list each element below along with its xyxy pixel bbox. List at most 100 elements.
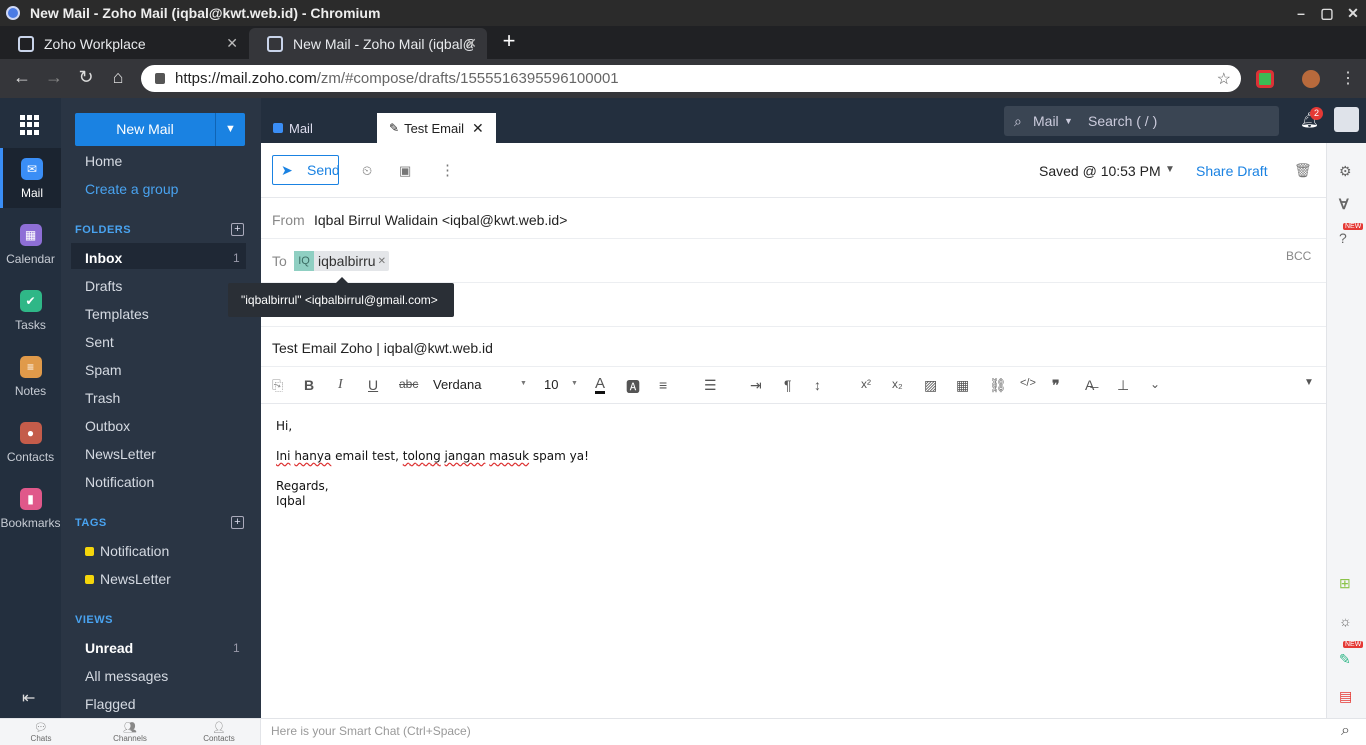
table-icon[interactable]: ▦ [956,377,969,394]
bold-icon[interactable]: B [304,377,314,393]
read-receipt-icon[interactable]: ▣ [399,163,411,179]
superscript-icon[interactable]: x² [861,377,871,391]
quote-icon[interactable]: ❞ [1052,377,1060,394]
settings-icon[interactable]: ⚙ [1339,163,1352,180]
forward-icon[interactable]: → [43,67,65,88]
search-input[interactable]: Search ( / ) [1088,106,1157,136]
close-window-button[interactable]: ✕ [1340,5,1366,22]
message-body[interactable]: Hi, Ini hanya email test, tolong jangan … [276,419,589,509]
indent-icon[interactable]: ⇥ [750,377,762,394]
insert-icon[interactable]: ⊥ [1117,377,1129,394]
folder-trash[interactable]: Trash [85,390,120,406]
subject-input[interactable]: Test Email Zoho | iqbal@kwt.web.id [272,340,493,356]
list-icon[interactable]: ☰ [704,377,717,394]
view-unread[interactable]: Unread [85,640,133,656]
add-note-icon[interactable]: ⊞ [1339,575,1351,592]
font-size-select[interactable]: 10 [544,377,558,392]
trash-icon[interactable]: 🗑︎ [1294,162,1312,179]
user-avatar[interactable] [1334,107,1359,132]
close-tab-icon[interactable]: ✕ [226,35,238,52]
code-icon[interactable]: </> [1020,377,1036,389]
align-icon[interactable]: ≡ [659,377,667,393]
home-icon[interactable]: ⌂ [107,67,129,88]
search-scope[interactable]: Mail [1033,106,1059,136]
italic-icon[interactable]: I [338,377,343,393]
browser-menu-icon[interactable]: ⋮ [1340,68,1356,88]
remove-recipient-icon[interactable]: ✕ [378,256,386,267]
folder-drafts[interactable]: Drafts [85,278,122,294]
help-icon[interactable]: ? [1339,230,1347,246]
add-folder-icon[interactable]: + [231,223,244,236]
tag-notification[interactable]: Notification [85,543,169,559]
smart-chat-input[interactable]: Here is your Smart Chat (Ctrl+Space) [271,724,471,738]
background-color-icon[interactable]: 🅰︎ [626,377,640,397]
apps-grid-icon[interactable] [20,115,40,135]
view-all-messages[interactable]: All messages [85,668,168,684]
folder-inbox[interactable]: Inbox [85,250,122,266]
bookmark-star-icon[interactable]: ☆ [1217,69,1231,89]
clear-format-icon[interactable]: A̶ [1085,377,1094,393]
new-mail-button[interactable]: New Mail ▼ [75,113,245,146]
create-group-link[interactable]: Create a group [85,181,178,197]
profile-avatar[interactable] [1302,70,1320,88]
browser-tab-new-mail[interactable]: New Mail - Zoho Mail (iqbal@kw ✕ [249,28,487,59]
back-icon[interactable]: ← [11,67,33,88]
send-button[interactable]: ➤ Send [272,155,340,185]
new-tab-button[interactable]: + [498,28,520,54]
recipient-chip[interactable]: IQ iqbalbirru ✕ [294,251,389,271]
folder-spam[interactable]: Spam [85,362,122,378]
close-tab-icon[interactable]: ✕ [465,35,477,52]
link-icon[interactable]: ⛓ [989,377,1007,394]
subscript-icon[interactable]: x₂ [892,377,903,391]
toggle-icon[interactable]: ☼ [1339,613,1352,629]
launcher-bookmarks[interactable]: ▮ Bookmarks [0,478,61,538]
folder-templates[interactable]: Templates [85,306,149,322]
tag-newsletter[interactable]: NewsLetter [85,571,171,587]
folder-sent[interactable]: Sent [85,334,114,350]
bcc-button[interactable]: BCC [1286,249,1311,263]
launcher-contacts[interactable]: ● Contacts [0,412,61,472]
launcher-notes[interactable]: ≡ Notes [0,346,61,406]
feedback-icon[interactable]: ∀ [1339,196,1349,213]
folder-outbox[interactable]: Outbox [85,418,130,434]
folder-home[interactable]: Home [85,153,122,169]
folder-notification[interactable]: Notification [85,474,154,490]
more-options-icon[interactable]: ⋮ [440,161,455,179]
address-bar[interactable]: https://mail.zoho.com /zm/#compose/draft… [141,65,1241,92]
text-color-icon[interactable]: A [595,376,606,394]
more-format-icon[interactable]: ⌄ [1150,377,1160,391]
extension-icon[interactable] [1256,70,1274,88]
add-tag-icon[interactable]: + [231,516,244,529]
underline-icon[interactable]: U [368,377,378,393]
chats-button[interactable]: 💬︎ Chats [11,721,71,743]
paragraph-icon[interactable]: ¶ [784,377,792,393]
integration-icon[interactable]: ✎ [1339,651,1351,668]
search-bar[interactable]: ⌕ Mail ▼ Search ( / ) [1004,106,1279,136]
line-height-icon[interactable]: ↕ [814,377,821,393]
close-icon[interactable]: ✕ [472,120,484,137]
from-value[interactable]: Iqbal Birrul Walidain <iqbal@kwt.web.id> [314,212,567,228]
tab-compose[interactable]: ✎ Test Email ✕ [377,113,496,143]
folder-newsletter[interactable]: NewsLetter [85,446,156,462]
launcher-mail[interactable]: ✉ Mail [0,148,61,208]
chevron-down-icon[interactable]: ▼ [571,380,578,387]
attachment-icon[interactable]: ⎘ [272,377,283,394]
minimize-button[interactable]: – [1288,5,1314,21]
channels-button[interactable]: 👥︎ Channels [100,721,160,743]
chevron-down-icon[interactable]: ▼ [520,380,527,387]
collapse-sidebar-icon[interactable]: ⇤ [22,688,35,708]
chevron-down-icon[interactable]: ▼ [1304,377,1314,388]
chevron-down-icon[interactable]: ▼ [1165,164,1175,175]
launcher-tasks[interactable]: ✔ Tasks [0,280,61,340]
comments-icon[interactable]: ▤ [1339,688,1352,705]
image-icon[interactable]: ▨ [924,377,937,394]
reload-icon[interactable]: ↻ [75,67,97,88]
launcher-calendar[interactable]: ▦ Calendar [0,214,61,274]
search-icon[interactable]: ⌕ [1341,722,1350,740]
share-draft-link[interactable]: Share Draft [1196,163,1268,179]
strikethrough-icon[interactable]: abc [399,377,418,391]
tab-mail[interactable]: Mail [273,113,313,143]
browser-tab-zoho-workplace[interactable]: Zoho Workplace ✕ [0,28,248,59]
chevron-down-icon[interactable]: ▼ [215,113,245,146]
contacts-button[interactable]: 👤︎ Contacts [189,721,249,743]
